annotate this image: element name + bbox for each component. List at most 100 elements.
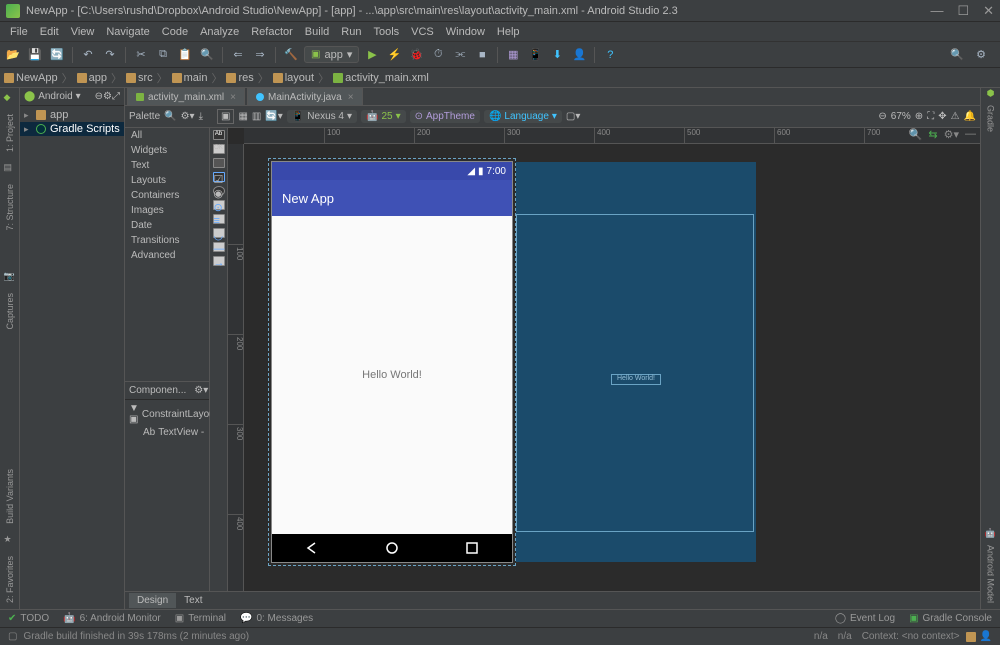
tree-constraintlayout[interactable]: ▼ ▣ ConstraintLayout <box>127 402 207 426</box>
filetab-activity-main[interactable]: activity_main.xml× <box>127 88 245 105</box>
palette-cat-transitions[interactable]: Transitions <box>125 233 209 248</box>
filetab-mainactivity[interactable]: MainActivity.java× <box>247 88 363 105</box>
attach-icon[interactable]: ⫘ <box>451 46 469 64</box>
notify-icon[interactable]: 🔔 <box>964 111 976 122</box>
palette-download-icon[interactable]: ⤓ <box>199 111 203 122</box>
project-collapse-icon[interactable]: ⊖ <box>95 91 103 102</box>
crumb-layout[interactable]: layout <box>273 72 314 84</box>
event-log-tab[interactable]: ◯Event Log <box>835 613 895 624</box>
todo-tab[interactable]: ✔TODO <box>8 613 49 624</box>
widget-icon[interactable]: Ab <box>213 130 225 140</box>
apply-changes-icon[interactable]: ⚡ <box>385 46 403 64</box>
project-hide-icon[interactable]: ⤢ <box>112 91 120 102</box>
project-tool-tab[interactable]: 1: Project <box>3 108 17 158</box>
canvas-surface[interactable]: ◢ ▮ 7:00 New App Hello World! <box>244 144 980 591</box>
crumb-project[interactable]: NewApp <box>4 72 58 84</box>
language-select[interactable]: 🌐Language▾ <box>484 110 562 123</box>
crumb-app[interactable]: app <box>77 72 107 84</box>
menu-help[interactable]: Help <box>491 24 526 40</box>
tree-node-app[interactable]: ▸app <box>20 108 124 122</box>
captures-tool-icon[interactable]: 📷 <box>4 271 16 283</box>
palette-cat-layouts[interactable]: Layouts <box>125 173 209 188</box>
close-button[interactable]: ✕ <box>983 3 994 19</box>
palette-cat-text[interactable]: Text <box>125 158 209 173</box>
layout-inspector-icon[interactable]: ▦ <box>504 46 522 64</box>
menu-tools[interactable]: Tools <box>367 24 405 40</box>
project-tool-icon[interactable]: ◆ <box>4 92 16 104</box>
pan-icon[interactable]: ✥ <box>938 111 946 122</box>
preview-hello-text[interactable]: Hello World! <box>362 369 422 381</box>
profile-icon[interactable]: ⏱ <box>429 46 447 64</box>
menu-analyze[interactable]: Analyze <box>194 24 245 40</box>
project-settings-icon[interactable]: ⚙ <box>103 91 112 102</box>
widget-icon[interactable]: ◡ <box>213 228 225 238</box>
api-select[interactable]: 🤖25▾ <box>361 110 406 123</box>
warning-icon[interactable]: ⚠ <box>951 111 960 122</box>
android-model-icon[interactable]: 🤖 <box>985 528 996 539</box>
crumb-res[interactable]: res <box>226 72 253 84</box>
widget-icon[interactable]: — <box>213 242 225 252</box>
android-monitor-tab[interactable]: 🤖6: Android Monitor <box>63 613 161 624</box>
project-structure-icon[interactable]: 👤 <box>570 46 588 64</box>
menu-edit[interactable]: Edit <box>34 24 65 40</box>
run-config-select[interactable]: app ▾ <box>304 46 359 63</box>
widget-icon[interactable]: ≡ <box>213 214 225 224</box>
help-icon[interactable]: ? <box>601 46 619 64</box>
menu-view[interactable]: View <box>65 24 101 40</box>
build-variants-tab[interactable]: Build Variants <box>3 463 17 530</box>
search-everywhere-icon[interactable]: 🔍 <box>948 46 966 64</box>
menu-build[interactable]: Build <box>299 24 335 40</box>
menu-refactor[interactable]: Refactor <box>245 24 299 40</box>
blueprint-frame[interactable] <box>516 214 754 532</box>
zoom-fit-icon[interactable]: ⛶ <box>927 111 934 122</box>
palette-cat-widgets[interactable]: Widgets <box>125 143 209 158</box>
component-tree-gear-icon[interactable]: ⚙▾ <box>194 385 208 396</box>
save-icon[interactable]: 💾 <box>26 46 44 64</box>
stop-icon[interactable]: ■ <box>473 46 491 64</box>
tab-text[interactable]: Text <box>176 593 210 608</box>
crumb-src[interactable]: src <box>126 72 153 84</box>
sdk-icon[interactable]: ⬇ <box>548 46 566 64</box>
ide-settings-icon[interactable]: ⚙ <box>972 46 990 64</box>
messages-tab[interactable]: 💬0: Messages <box>240 613 313 624</box>
undo-icon[interactable]: ↶ <box>79 46 97 64</box>
widget-icon[interactable]: ◉ <box>213 186 225 196</box>
view-mode-design-icon[interactable]: ▣ <box>217 109 234 124</box>
structure-tool-icon[interactable]: ▤ <box>4 162 16 174</box>
open-icon[interactable]: 📂 <box>4 46 22 64</box>
android-model-tab[interactable]: Android Model <box>984 539 998 609</box>
blueprint-hello-text[interactable]: Hello World! <box>611 374 661 385</box>
widget-icon[interactable]: OK <box>213 144 225 154</box>
view-mode-blueprint-icon[interactable]: ▦ <box>238 111 247 122</box>
widget-icon[interactable]: ☑ <box>213 172 225 182</box>
props-view-icon[interactable]: ⇆ <box>928 128 937 141</box>
palette-cat-images[interactable]: Images <box>125 203 209 218</box>
gradle-tool-icon[interactable]: ⬢ <box>987 88 995 99</box>
make-icon[interactable]: 🔨 <box>282 46 300 64</box>
run-icon[interactable]: ▶ <box>363 46 381 64</box>
sync-icon[interactable]: 🔄 <box>48 46 66 64</box>
palette-cat-advanced[interactable]: Advanced <box>125 248 209 263</box>
zoom-out-icon[interactable]: ⊖ <box>878 111 886 122</box>
redo-icon[interactable]: ↷ <box>101 46 119 64</box>
forward-icon[interactable]: ⇒ <box>251 46 269 64</box>
palette-cat-date[interactable]: Date <box>125 218 209 233</box>
props-hide-icon[interactable]: — <box>965 128 976 141</box>
theme-select[interactable]: ⊙AppTheme <box>410 110 480 123</box>
find-icon[interactable]: 🔍 <box>198 46 216 64</box>
menu-vcs[interactable]: VCS <box>405 24 440 40</box>
orientation-icon[interactable]: 🔄▾ <box>265 111 282 122</box>
gradle-tool-tab[interactable]: Gradle <box>984 99 998 138</box>
design-canvas[interactable]: 100 200 300 400 500 600 700 100 200 300 … <box>228 128 980 591</box>
maximize-button[interactable]: ☐ <box>957 3 969 19</box>
close-icon[interactable]: × <box>348 92 354 103</box>
device-select[interactable]: 📱Nexus 4▾ <box>287 110 357 123</box>
tree-node-gradle[interactable]: ▸Gradle Scripts <box>20 122 124 136</box>
crumb-file[interactable]: activity_main.xml <box>333 72 429 84</box>
tree-textview[interactable]: Ab TextView - <box>127 426 207 439</box>
menu-navigate[interactable]: Navigate <box>100 24 155 40</box>
tab-design[interactable]: Design <box>129 593 176 608</box>
favorites-tool-tab[interactable]: 2: Favorites <box>3 550 17 609</box>
copy-icon[interactable]: ⧉ <box>154 46 172 64</box>
palette-settings-icon[interactable]: ⚙▾ <box>181 111 195 122</box>
